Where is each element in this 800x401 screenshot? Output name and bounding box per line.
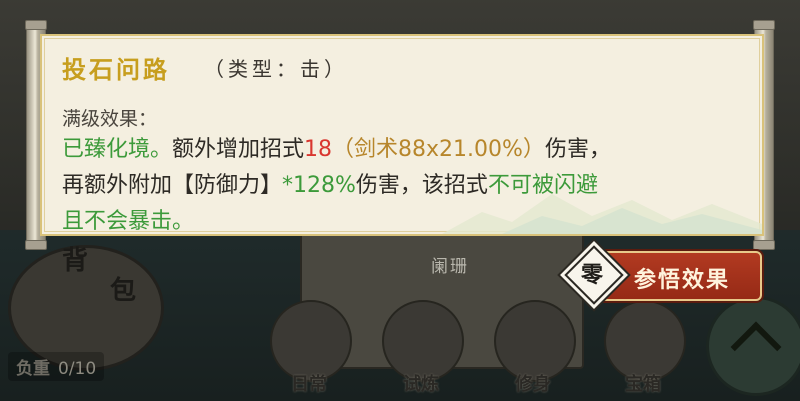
mastery-text: 已臻化境。	[62, 137, 173, 162]
skill-name: 投石问路	[62, 55, 170, 84]
insight-level-text: 零	[580, 262, 603, 288]
skill-tooltip-scroll: 投石问路 （类型：击） 满级效果： 已臻化境。额外增加招式18（剑术88x21.…	[25, 20, 775, 250]
tab-cultivate[interactable]: 修身	[498, 370, 568, 396]
extra-text: 再额外附加【防御力】	[62, 173, 283, 198]
bonus-text: 额外增加招式	[172, 137, 305, 162]
description-line-3: 且不会暴击。	[62, 204, 752, 240]
expand-menu-button[interactable]	[706, 296, 800, 396]
weight-value: 0/10	[58, 359, 97, 379]
weight-indicator: 负重 0/10	[8, 352, 105, 381]
chevron-up-icon	[730, 321, 782, 373]
backpack-label-2: 包	[110, 276, 137, 306]
bonus-formula: （剑术88x21.00%）	[332, 137, 545, 162]
tab-daily[interactable]: 日常	[274, 370, 344, 396]
bonus-value: 18	[304, 137, 333, 162]
insight-effect-label: 参悟效果	[634, 268, 731, 293]
damage-text-2: 伤害，该招式	[355, 173, 488, 198]
insight-level-badge: 零	[564, 245, 624, 305]
defense-multiplier: *128%	[282, 173, 356, 198]
skill-description: 已臻化境。额外增加招式18（剑术88x21.00%）伤害， 再额外附加【防御力】…	[62, 132, 752, 240]
weight-label: 负重	[16, 359, 50, 379]
skill-type: （类型：击）	[204, 57, 348, 81]
description-line-2: 再额外附加【防御力】*128%伤害，该招式不可被闪避	[62, 168, 752, 204]
undodgeable-text: 不可被闪避	[487, 173, 598, 198]
character-name: 阑珊	[431, 257, 469, 277]
max-level-label: 满级效果：	[62, 108, 158, 130]
tab-treasure[interactable]: 宝箱	[608, 370, 678, 396]
description-line-1: 已臻化境。额外增加招式18（剑术88x21.00%）伤害，	[62, 132, 752, 168]
no-crit-text: 且不会暴击。	[62, 209, 195, 234]
tab-trial[interactable]: 试炼	[386, 370, 456, 396]
damage-text: 伤害，	[544, 137, 611, 162]
